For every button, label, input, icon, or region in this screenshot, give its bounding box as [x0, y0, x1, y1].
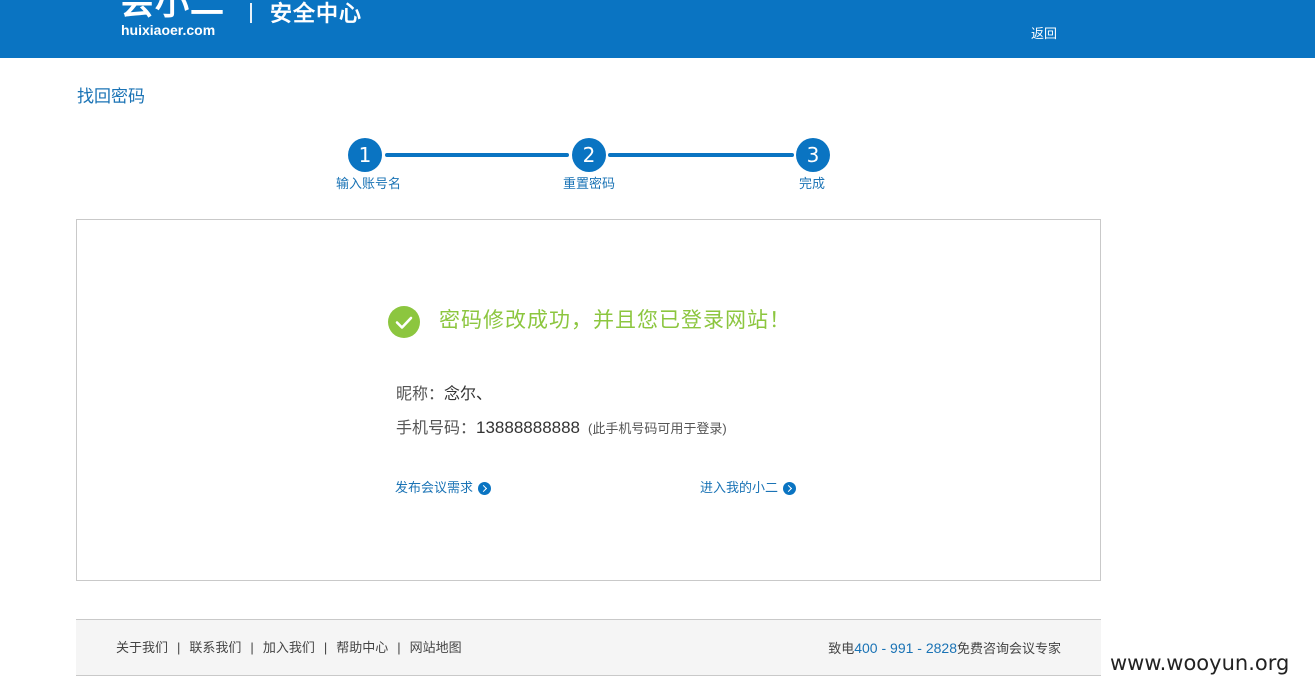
footer-link-about[interactable]: 关于我们	[116, 640, 168, 655]
logo-text[interactable]: 会小二	[120, 0, 225, 20]
enter-my-account-link[interactable]: 进入我的小二	[700, 480, 797, 496]
header-title: 安全中心	[270, 1, 363, 26]
step-2-circle: 2	[572, 138, 606, 172]
enter-my-account-label[interactable]: 进入我的小二	[700, 480, 778, 496]
page-title: 找回密码	[77, 87, 145, 106]
nickname-value: 念尔、	[444, 386, 493, 403]
footer-separator: |	[250, 640, 254, 655]
footer-separator: |	[177, 640, 181, 655]
result-panel	[76, 219, 1101, 581]
success-message: 密码修改成功，并且您已登录网站！	[439, 309, 791, 332]
logo-domain[interactable]: huixiaoer.com	[121, 22, 215, 38]
site-footer: 关于我们 | 联系我们 | 加入我们 | 帮助中心 | 网站地图 致电400 - 991 - 2…	[76, 619, 1101, 676]
footer-link-sitemap[interactable]: 网站地图	[410, 640, 462, 655]
nickname-row: 昵称：念尔、	[396, 385, 492, 405]
footer-link-contact[interactable]: 联系我们	[189, 640, 241, 655]
step-connector-1-2	[385, 153, 569, 157]
footer-link-join[interactable]: 加入我们	[263, 640, 315, 655]
arrow-right-circle-icon[interactable]	[478, 481, 492, 495]
checkmark-icon	[388, 306, 420, 338]
hotline-prefix: 致电	[828, 641, 855, 656]
footer-link-help[interactable]: 帮助中心	[336, 640, 388, 655]
phone-row: 手机号码：13888888888 (此手机号码可用于登录)	[396, 418, 727, 439]
footer-links: 关于我们 | 联系我们 | 加入我们 | 帮助中心 | 网站地图	[116, 639, 462, 657]
footer-hotline: 致电400 - 991 - 2828免费咨询会议专家	[828, 639, 1061, 658]
step-1-label: 输入账号名	[336, 176, 402, 191]
site-header: 会小二 huixiaoer.com 安全中心 返回	[0, 0, 1315, 58]
step-1-circle: 1	[348, 138, 382, 172]
hotline-number: 400 - 991 - 2828	[854, 640, 957, 656]
watermark: www.wooyun.org	[1110, 651, 1290, 675]
back-link[interactable]: 返回	[1031, 26, 1057, 42]
publish-meeting-link[interactable]: 发布会议需求	[395, 480, 492, 496]
header-divider	[250, 3, 252, 23]
footer-separator: |	[323, 640, 328, 655]
phone-label: 手机号码：	[396, 420, 477, 437]
footer-separator: |	[397, 640, 401, 655]
nickname-label: 昵称：	[396, 386, 445, 403]
phone-value: 13888888888	[476, 418, 581, 437]
step-2-label: 重置密码	[563, 176, 616, 191]
arrow-right-circle-icon[interactable]	[783, 481, 797, 495]
step-connector-2-3	[608, 153, 794, 157]
step-3-circle: 3	[796, 138, 830, 172]
step-3-label: 完成	[799, 176, 826, 191]
hotline-suffix: 免费咨询会议专家	[956, 641, 1061, 656]
publish-meeting-label[interactable]: 发布会议需求	[395, 480, 473, 496]
phone-note: (此手机号码可用于登录)	[588, 421, 727, 436]
